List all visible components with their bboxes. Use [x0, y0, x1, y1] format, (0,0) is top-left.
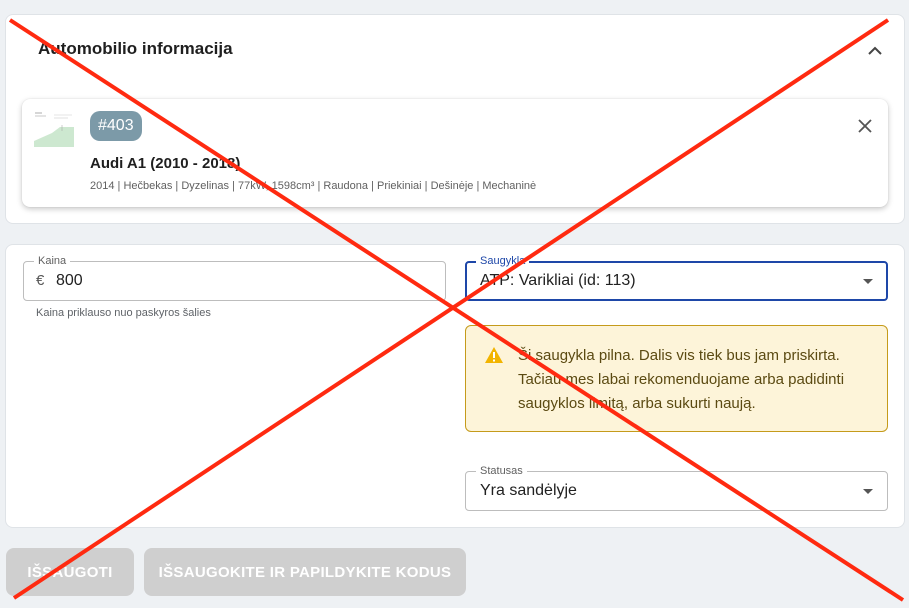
save-and-add-codes-button[interactable]: IŠSAUGOKITE IR PAPILDYKITE KODUS — [144, 548, 466, 596]
vehicle-details: 2014 | Hečbekas | Dyzelinas | 77kW, 1598… — [90, 180, 537, 192]
dropdown-arrow-icon — [863, 489, 873, 494]
save-button[interactable]: IŠSAUGOTI — [6, 548, 134, 596]
remove-vehicle-button[interactable] — [856, 117, 874, 135]
storage-value: ATP: Varikliai (id: 113) — [480, 272, 636, 289]
warning-icon — [485, 347, 503, 363]
dropdown-arrow-icon — [863, 279, 873, 284]
storage-label: Saugykla — [476, 254, 530, 268]
status-value: Yra sandėlyje — [480, 482, 577, 499]
currency-symbol: € — [36, 272, 45, 289]
vehicle-title: Audi A1 (2010 - 2018) — [90, 155, 241, 172]
vehicle-card: #403 Audi A1 (2010 - 2018) 2014 | Hečbek… — [22, 99, 888, 207]
price-helper-text: Kaina priklauso nuo paskyros šalies — [36, 307, 211, 319]
storage-full-warning: Ši saugykla pilna. Dalis vis tiek bus ja… — [465, 325, 888, 432]
vehicle-thumbnail — [34, 111, 74, 147]
vehicle-id-badge: #403 — [90, 111, 142, 141]
collapse-button[interactable] — [864, 39, 886, 61]
price-value: 800 — [56, 272, 83, 289]
price-label: Kaina — [34, 254, 71, 268]
status-select[interactable]: Statusas Yra sandėlyje — [465, 464, 888, 511]
close-icon — [858, 119, 872, 133]
storage-select[interactable]: Saugykla ATP: Varikliai (id: 113) — [465, 254, 888, 301]
section-title: Automobilio informacija — [38, 39, 233, 58]
vehicle-info-panel: Automobilio informacija #403 Audi A1 (20… — [5, 14, 905, 224]
warning-text: Ši saugykla pilna. Dalis vis tiek bus ja… — [518, 347, 845, 412]
chevron-up-icon — [868, 46, 882, 55]
status-label: Statusas — [476, 464, 527, 478]
price-input[interactable]: Kaina € 800 — [23, 254, 446, 301]
part-form-panel: Kaina € 800 Kaina priklauso nuo paskyros… — [5, 244, 905, 528]
